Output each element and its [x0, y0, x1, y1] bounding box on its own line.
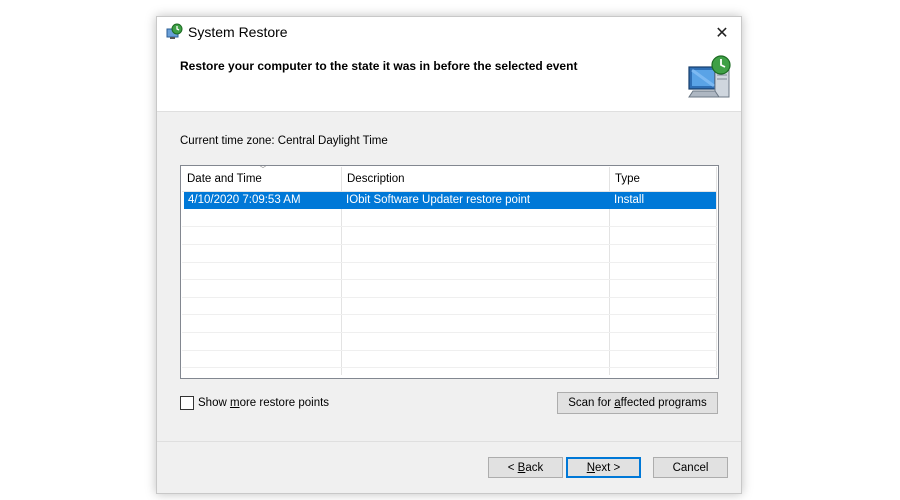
dialog-header: System Restore ✕ Restore your computer t… — [157, 17, 741, 112]
checkbox-box[interactable] — [180, 396, 194, 410]
row-gridline — [182, 262, 717, 263]
cell-type: Install — [614, 194, 645, 206]
table-row[interactable]: 4/10/2020 7:09:53 AM IObit Software Upda… — [184, 192, 716, 209]
column-header-type-label: Type — [615, 173, 640, 185]
show-more-restore-points-checkbox[interactable]: Show more restore points — [180, 395, 329, 411]
system-restore-icon — [166, 23, 183, 39]
footer-separator — [157, 441, 741, 442]
back-button-label: < Back — [507, 461, 544, 474]
column-header-description-label: Description — [347, 173, 405, 185]
row-gridline — [182, 226, 717, 227]
row-gridline — [182, 244, 717, 245]
system-restore-computer-icon — [688, 55, 731, 98]
cell-date: 4/10/2020 7:09:53 AM — [188, 194, 301, 206]
cancel-button[interactable]: Cancel — [653, 457, 728, 478]
column-divider — [716, 167, 717, 375]
sort-chevron-icon: ﹀ — [259, 165, 267, 174]
row-gridline — [182, 279, 717, 280]
timezone-label: Current time zone: Central Daylight Time — [180, 135, 388, 147]
column-header-type[interactable]: Type — [610, 167, 717, 191]
scan-affected-programs-button[interactable]: Scan for affected programs — [557, 392, 718, 414]
close-icon: ✕ — [715, 25, 729, 42]
system-restore-dialog: System Restore ✕ Restore your computer t… — [156, 16, 742, 494]
column-header-date-label: Date and Time — [187, 173, 262, 185]
window-title: System Restore — [188, 24, 288, 40]
back-button[interactable]: < Back — [488, 457, 563, 478]
row-gridline — [182, 297, 717, 298]
close-button[interactable]: ✕ — [705, 19, 739, 47]
row-gridline — [182, 350, 717, 351]
next-button-label: Next > — [586, 461, 621, 474]
next-button[interactable]: Next > — [566, 457, 641, 478]
column-header-date[interactable]: Date and Time ﹀ — [182, 165, 342, 191]
restore-points-list[interactable]: Date and Time ﹀ Description Type 4/10/20… — [180, 165, 719, 379]
dialog-headline: Restore your computer to the state it wa… — [180, 59, 578, 73]
scan-button-label: Scan for affected programs — [568, 397, 707, 409]
row-gridline — [182, 314, 717, 315]
list-header: Date and Time ﹀ Description Type — [182, 165, 717, 192]
row-gridline — [182, 367, 717, 368]
checkbox-label: Show more restore points — [198, 397, 330, 409]
column-header-description[interactable]: Description — [342, 167, 610, 191]
row-gridline — [182, 332, 717, 333]
cell-description: IObit Software Updater restore point — [346, 194, 531, 206]
